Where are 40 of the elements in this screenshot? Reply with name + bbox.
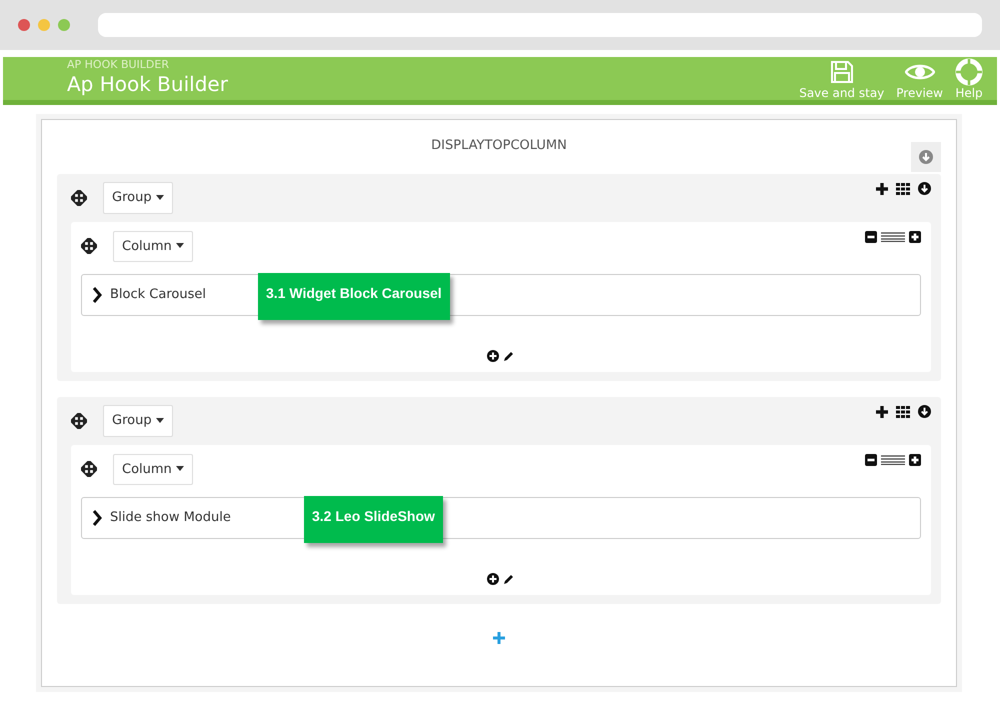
callout-label: 3.1 Widget Block Carousel	[258, 273, 450, 320]
minus-square-icon[interactable]	[865, 230, 877, 242]
widget-name: Slide show Module	[110, 509, 231, 528]
pencil-icon[interactable]	[503, 350, 515, 362]
collapse-button[interactable]	[911, 142, 941, 172]
group-dropdown[interactable]: Group	[103, 405, 173, 436]
add-circle-icon[interactable]	[487, 350, 499, 362]
close-dot[interactable]	[18, 19, 30, 31]
chevron-right-icon[interactable]	[92, 510, 102, 526]
pencil-icon[interactable]	[503, 573, 515, 585]
caret-icon	[176, 243, 184, 248]
plus-square-icon[interactable]	[909, 230, 921, 242]
download-circle-icon	[919, 150, 933, 164]
chevron-right-icon[interactable]	[92, 287, 102, 303]
minimize-dot[interactable]	[38, 19, 50, 31]
plus-icon[interactable]	[876, 406, 888, 418]
add-circle-icon[interactable]	[487, 573, 499, 585]
lines-icon[interactable]	[881, 454, 905, 464]
plus-square-icon[interactable]	[909, 454, 921, 466]
page-title: Ap Hook Builder	[67, 71, 228, 98]
caret-icon	[156, 418, 164, 423]
column-dropdown[interactable]: Column	[113, 454, 193, 485]
lines-icon[interactable]	[881, 232, 905, 242]
breadcrumb: AP HOOK BUILDER	[67, 57, 170, 72]
save-icon	[830, 60, 854, 84]
grid-icon[interactable]	[896, 406, 910, 418]
download-circle-icon[interactable]	[918, 182, 931, 195]
minus-square-icon[interactable]	[865, 454, 877, 466]
caret-icon	[156, 194, 164, 200]
callout-label: 3.2 Leo SlideShow	[304, 496, 443, 543]
plus-icon[interactable]	[876, 182, 888, 194]
column-dropdown[interactable]: Column	[113, 230, 193, 262]
group-dropdown[interactable]: Group	[103, 182, 173, 214]
download-circle-icon[interactable]	[918, 405, 931, 418]
widget-name: Block Carousel	[110, 286, 206, 304]
caret-icon	[176, 466, 184, 472]
add-icon[interactable]	[493, 632, 505, 644]
hook-name: DISPLAYTOPCOLUMN	[431, 137, 567, 155]
grid-icon[interactable]	[896, 182, 910, 194]
maximize-dot[interactable]	[58, 19, 70, 31]
